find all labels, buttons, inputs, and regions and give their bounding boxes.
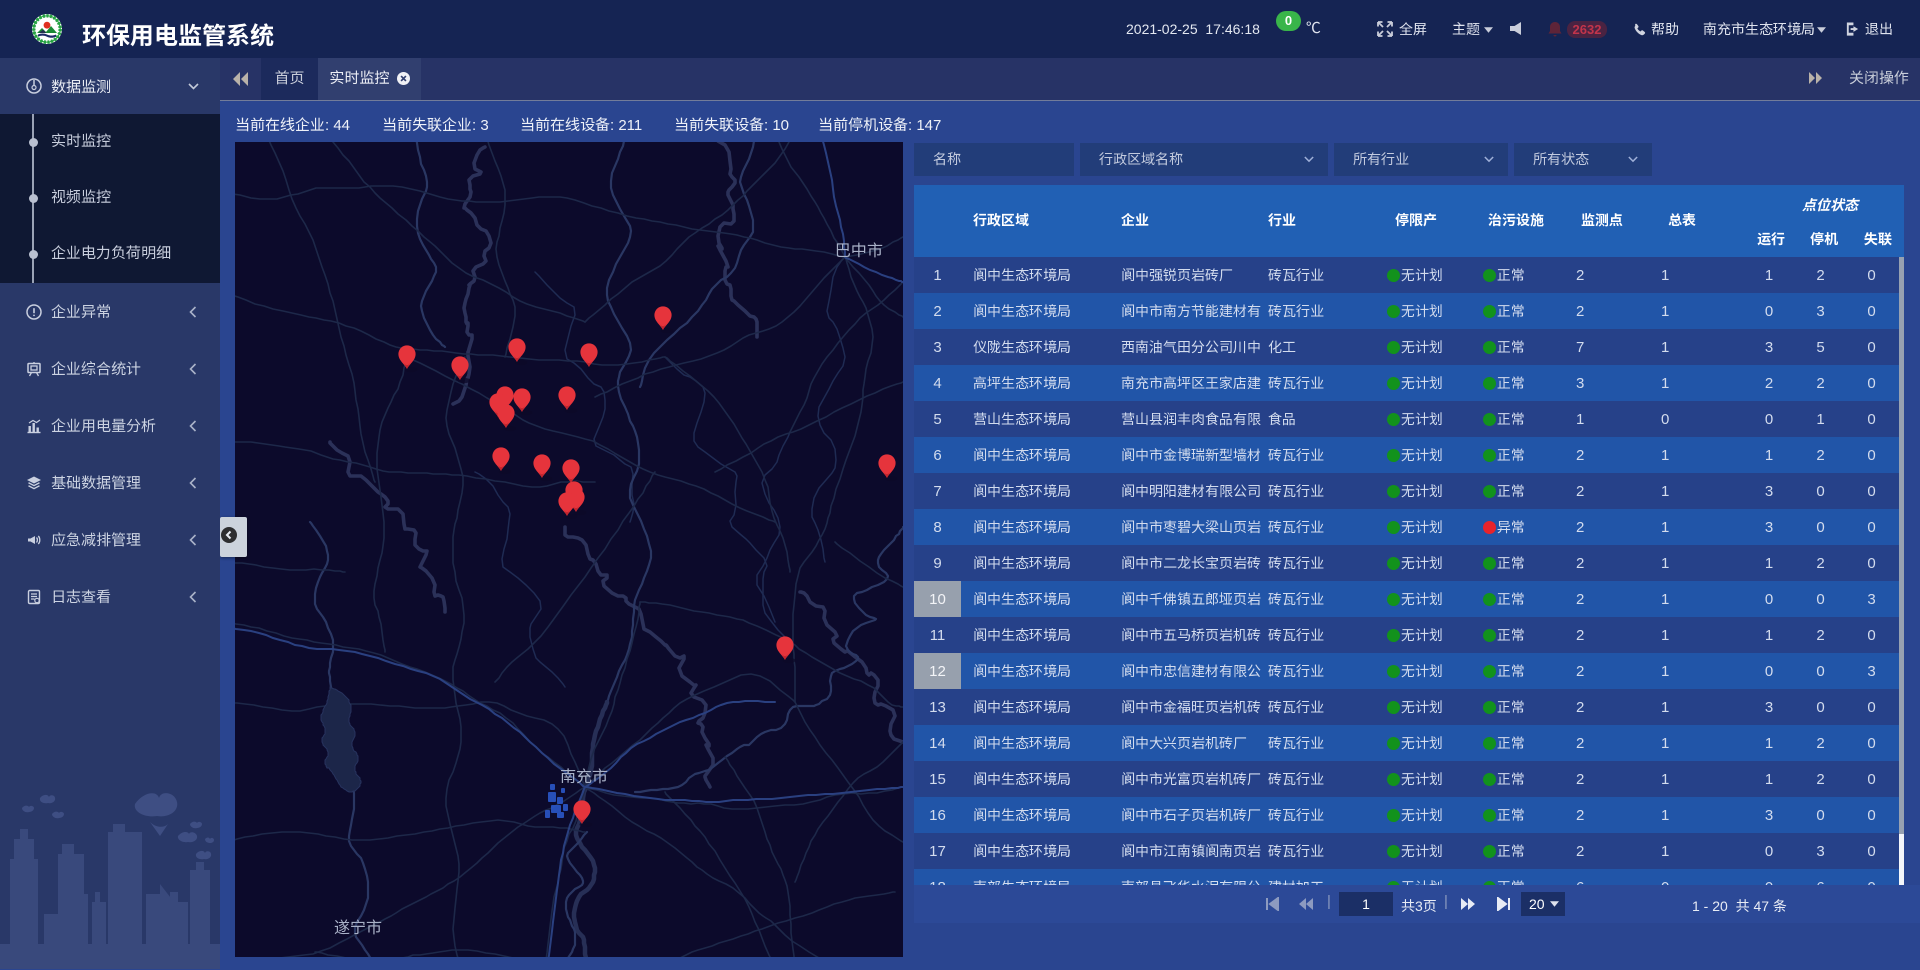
svg-text:南充市: 南充市 [560,763,608,787]
svg-text:巴中市: 巴中市 [835,237,883,261]
svg-text:遂宁市: 遂宁市 [334,914,382,938]
